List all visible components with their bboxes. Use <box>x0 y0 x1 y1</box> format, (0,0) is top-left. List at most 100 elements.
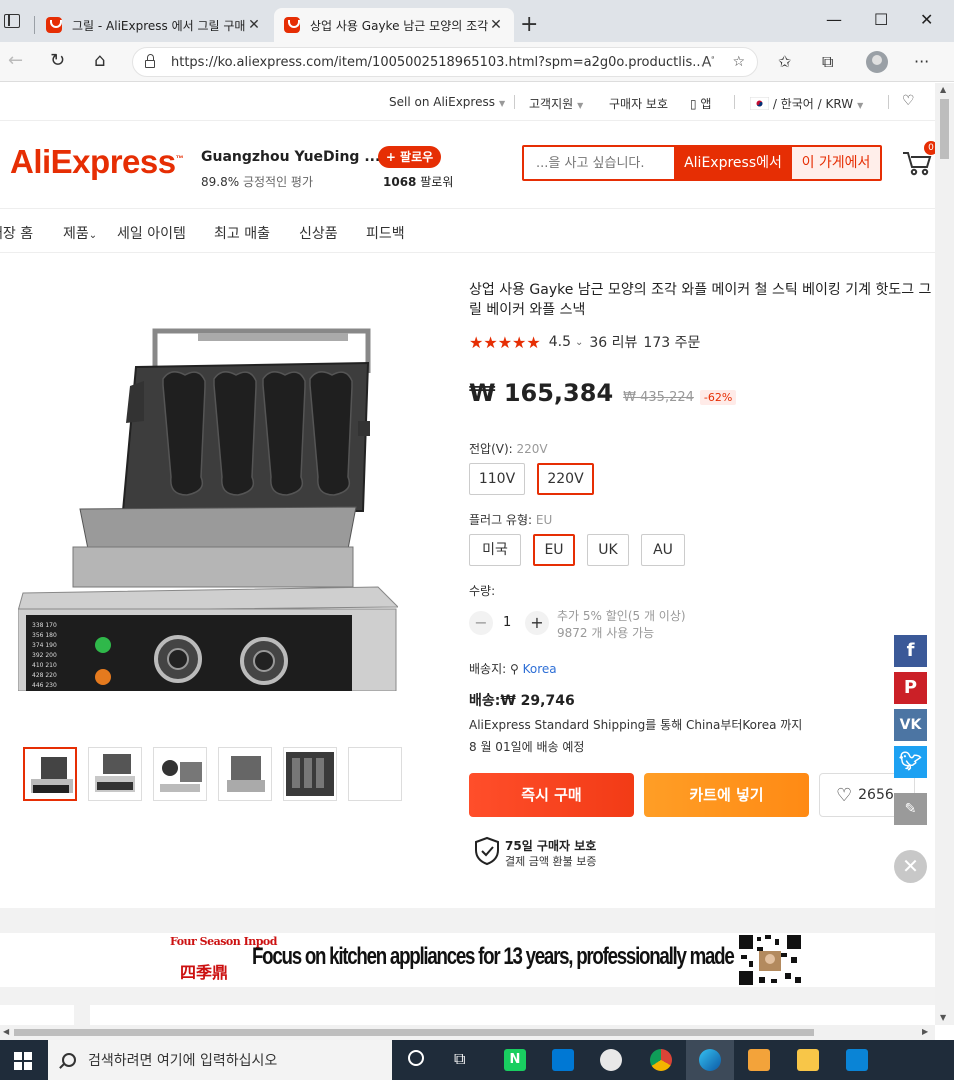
tab-inactive[interactable]: 그릴 - AliExpress 에서 그릴 구매 ✕ <box>36 8 272 42</box>
svg-text:356 180: 356 180 <box>32 632 57 639</box>
scroll-up-icon[interactable]: ▲ <box>940 85 946 94</box>
plug-option-eu[interactable]: EU <box>533 534 575 566</box>
naver-icon[interactable]: N <box>504 1049 526 1071</box>
profile-avatar[interactable] <box>866 51 888 73</box>
page-content: Sell on AliExpress ▼ 고객지원 ▼ 구매자 보호 ▯ 앱 / 한… <box>0 83 935 1025</box>
store-name[interactable]: Guangzhou YueDing ... ▼ <box>201 149 391 165</box>
scroll-thumb[interactable] <box>14 1029 814 1036</box>
nav-new-arrivals[interactable]: 신상품 <box>299 223 338 243</box>
nav-sale-items[interactable]: 세일 아이템 <box>117 223 186 243</box>
tab-actions-icon[interactable] <box>4 14 20 28</box>
vertical-scrollbar[interactable]: ▲ ▼ <box>935 83 954 1025</box>
voltage-option-220v[interactable]: 220V <box>537 463 594 495</box>
wishlist-heart-icon[interactable]: ♡ <box>902 93 915 109</box>
thumbnail-2[interactable] <box>88 747 142 801</box>
help-link[interactable]: 고객지원 ▼ <box>529 95 583 112</box>
quantity-decrease-button[interactable]: − <box>469 611 493 635</box>
thumbnail-1[interactable] <box>23 747 77 801</box>
thumbnail-3[interactable] <box>153 747 207 801</box>
quantity-value[interactable]: 1 <box>503 615 511 630</box>
buyer-protection-link[interactable]: 구매자 보호 <box>609 95 668 112</box>
thumbnail-5[interactable] <box>283 747 337 801</box>
follow-button[interactable]: + 팔로우 <box>378 146 441 168</box>
new-tab-button[interactable]: + <box>520 12 538 37</box>
pinterest-share-icon[interactable]: P <box>894 672 927 704</box>
thumbnail-6[interactable] <box>348 747 402 801</box>
search-aliexpress-button[interactable]: AliExpress에서 <box>674 147 792 179</box>
quantity-increase-button[interactable]: + <box>525 611 549 635</box>
rating-value[interactable]: 4.5 <box>549 334 571 350</box>
thumbnail-4[interactable] <box>218 747 272 801</box>
svg-text:428 220: 428 220 <box>32 672 57 679</box>
divider <box>888 95 889 109</box>
aliexpress-favicon-icon <box>46 17 62 33</box>
product-main-image[interactable]: 338 170 356 180 374 190 392 200 410 210 428 … <box>18 311 398 691</box>
aliexpress-logo[interactable]: AliExpress™ <box>10 143 184 181</box>
close-icon[interactable]: ✕ <box>488 17 504 33</box>
scroll-thumb[interactable] <box>940 99 949 159</box>
file-explorer-icon[interactable] <box>797 1049 819 1071</box>
cortana-icon[interactable] <box>408 1050 424 1066</box>
chevron-down-icon[interactable]: ⌄ <box>575 337 583 348</box>
close-share-icon[interactable]: ✕ <box>894 850 927 883</box>
nav-products[interactable]: 제품⌄ <box>63 223 97 243</box>
close-icon[interactable]: ✕ <box>246 17 262 33</box>
scroll-right-icon[interactable]: ▶ <box>922 1027 928 1036</box>
favorites-icon[interactable]: ✩ <box>778 52 791 71</box>
svg-text:446 230: 446 230 <box>32 682 57 689</box>
voltage-option-110v[interactable]: 110V <box>469 463 525 495</box>
search-store-button[interactable]: 이 가게에서 <box>792 147 880 179</box>
rating-row: ★★★★★ 4.5 ⌄ 36 리뷰 173 주문 <box>469 332 700 352</box>
twitter-share-icon[interactable]: 🐦︎ <box>894 746 927 778</box>
aliexpress-favicon-icon <box>284 17 300 33</box>
mail-icon[interactable] <box>846 1049 868 1071</box>
buy-now-button[interactable]: 즉시 구매 <box>469 773 634 817</box>
read-aloud-icon[interactable]: Aᵃ <box>702 54 715 71</box>
reviews-count[interactable]: 36 리뷰 <box>589 332 637 352</box>
nav-store-home[interactable]: 매장 홈 <box>0 223 33 243</box>
taskbar-search[interactable]: 검색하려면 여기에 입력하십시오 <box>48 1040 392 1080</box>
horizontal-scrollbar[interactable]: ◀ ▶ <box>0 1025 935 1040</box>
minimize-button[interactable]: — <box>826 10 842 29</box>
url-field[interactable]: https://ko.aliexpress.com/item/100500251… <box>132 47 758 77</box>
search-input[interactable] <box>524 147 674 179</box>
plug-option-au[interactable]: AU <box>641 534 685 566</box>
task-view-icon[interactable]: ⧉ <box>454 1049 465 1069</box>
facebook-share-icon[interactable]: f <box>894 635 927 667</box>
more-menu-icon[interactable]: ··· <box>914 52 929 71</box>
add-favorite-icon[interactable]: ☆ <box>732 54 745 71</box>
edge-icon[interactable] <box>699 1049 721 1071</box>
svg-text:338 170: 338 170 <box>32 622 57 629</box>
refresh-button[interactable]: ↻ <box>50 50 65 71</box>
collections-icon[interactable]: ⧉ <box>822 52 833 72</box>
app-link[interactable]: ▯ 앱 <box>690 95 711 112</box>
add-to-cart-button[interactable]: 카트에 넣기 <box>644 773 809 817</box>
media-player-icon[interactable] <box>748 1049 770 1071</box>
vk-share-icon[interactable]: VK <box>894 709 927 741</box>
scroll-left-icon[interactable]: ◀ <box>3 1027 9 1036</box>
edit-pencil-icon[interactable]: ✎ <box>894 793 927 825</box>
shipping-cost[interactable]: 배송:₩ 29,746 <box>469 690 575 710</box>
tab-active[interactable]: 상업 사용 Gayke 남근 모양의 조각 와플 ✕ <box>274 8 514 42</box>
plug-option-us[interactable]: 미국 <box>469 534 521 566</box>
banner-brand-cn: 四季鼎 <box>180 963 229 982</box>
nav-feedback[interactable]: 피드백 <box>366 223 405 243</box>
nav-best-sellers[interactable]: 최고 매출 <box>214 223 270 243</box>
windows-start-icon[interactable] <box>14 1052 32 1070</box>
home-button[interactable]: ⌂ <box>94 50 105 71</box>
app-icon[interactable] <box>600 1049 622 1071</box>
sell-link[interactable]: Sell on AliExpress ▼ <box>389 95 505 109</box>
chrome-icon[interactable] <box>650 1049 672 1071</box>
location-pin-icon: ⚲ <box>510 662 519 676</box>
store-banner[interactable]: Four Season Inpod 四季鼎 Focus on kitchen a… <box>0 933 935 987</box>
maximize-button[interactable]: ☐ <box>874 10 888 29</box>
ship-to-country-link[interactable]: Korea <box>523 662 557 676</box>
store-icon[interactable] <box>552 1049 574 1071</box>
heart-icon: ♡ <box>836 784 853 806</box>
back-button[interactable]: ← <box>8 50 23 71</box>
scroll-down-icon[interactable]: ▼ <box>940 1013 946 1022</box>
store-rating: 89.8% 긍정적인 평가 <box>201 175 314 189</box>
plug-option-uk[interactable]: UK <box>587 534 629 566</box>
language-currency-selector[interactable]: / 한국어 / KRW ▼ <box>749 95 863 112</box>
window-close-button[interactable]: ✕ <box>920 10 933 29</box>
